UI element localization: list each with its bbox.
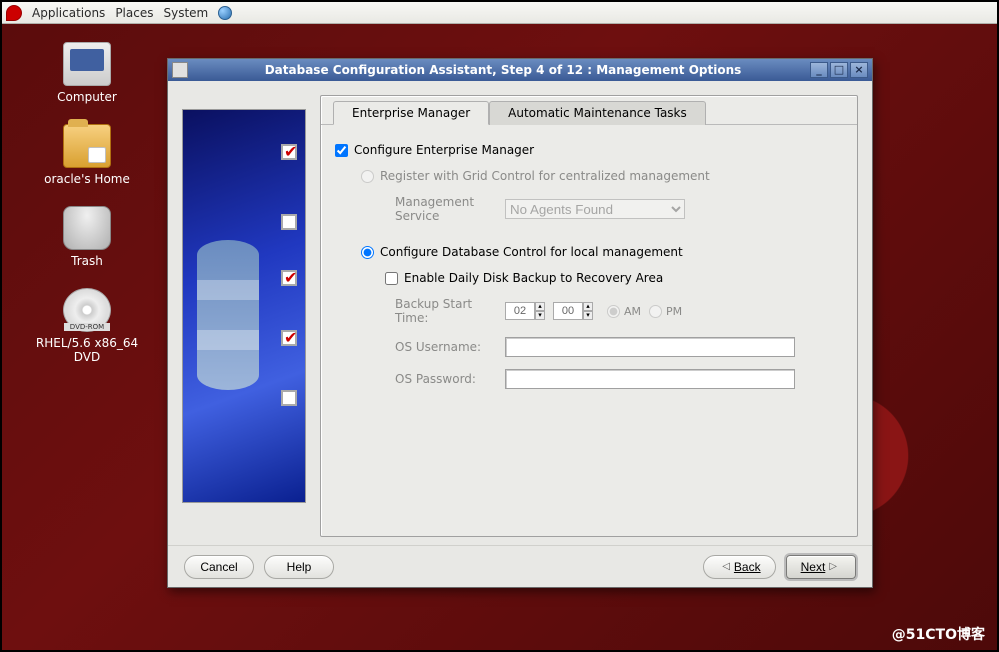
configure-dbcontrol-radio[interactable] bbox=[361, 246, 374, 259]
spinner-up-icon: ▴ bbox=[535, 302, 545, 311]
window-title: Database Configuration Assistant, Step 4… bbox=[196, 63, 810, 77]
step-marker-icon bbox=[281, 330, 297, 346]
trash-icon bbox=[63, 206, 111, 250]
step-marker-icon bbox=[281, 144, 297, 160]
maximize-button[interactable]: □ bbox=[830, 62, 848, 78]
database-cylinder-icon bbox=[197, 240, 259, 390]
back-button[interactable]: ◁Back bbox=[703, 555, 775, 579]
icon-label: Trash bbox=[22, 254, 152, 268]
icon-label: Computer bbox=[22, 90, 152, 104]
management-service-label: Management Service bbox=[395, 195, 505, 223]
desktop-icon-dvd[interactable]: DVD-ROM RHEL/5.6 x86_64 DVD bbox=[22, 288, 152, 364]
content-panel: Enterprise Manager Automatic Maintenance… bbox=[320, 95, 858, 537]
menu-places[interactable]: Places bbox=[115, 6, 153, 20]
register-grid-label: Register with Grid Control for centraliz… bbox=[380, 169, 710, 183]
app-icon bbox=[172, 62, 188, 78]
step-marker-icon bbox=[281, 214, 297, 230]
os-password-input bbox=[505, 369, 795, 389]
step-marker-icon bbox=[281, 390, 297, 406]
help-button[interactable]: Help bbox=[264, 555, 334, 579]
configure-dbcontrol-label: Configure Database Control for local man… bbox=[380, 245, 683, 259]
wizard-button-bar: Cancel Help ◁Back Next▷ bbox=[168, 545, 872, 587]
am-label: AM bbox=[624, 305, 641, 318]
desktop-icon-computer[interactable]: Computer bbox=[22, 42, 152, 104]
next-button[interactable]: Next▷ bbox=[786, 555, 856, 579]
menu-applications[interactable]: Applications bbox=[32, 6, 105, 20]
icon-label: RHEL/5.6 x86_64 DVD bbox=[22, 336, 152, 364]
am-radio bbox=[607, 305, 620, 318]
backup-hour-input bbox=[505, 302, 535, 320]
cancel-button[interactable]: Cancel bbox=[184, 555, 254, 579]
dvd-icon: DVD-ROM bbox=[63, 288, 111, 332]
desktop-icon-trash[interactable]: Trash bbox=[22, 206, 152, 268]
icon-label: oracle's Home bbox=[22, 172, 152, 186]
titlebar[interactable]: Database Configuration Assistant, Step 4… bbox=[168, 59, 872, 81]
browser-launcher-icon[interactable] bbox=[218, 6, 232, 20]
backup-time-label: Backup Start Time: bbox=[395, 297, 505, 325]
os-username-label: OS Username: bbox=[395, 340, 505, 354]
pm-radio bbox=[649, 305, 662, 318]
dbca-window: Database Configuration Assistant, Step 4… bbox=[167, 58, 873, 588]
desktop-icon-home[interactable]: oracle's Home bbox=[22, 124, 152, 186]
enable-backup-checkbox[interactable] bbox=[385, 272, 398, 285]
configure-em-label: Configure Enterprise Manager bbox=[354, 143, 534, 157]
wizard-sidebar-image bbox=[182, 109, 306, 503]
register-grid-radio bbox=[361, 170, 374, 183]
enable-backup-label: Enable Daily Disk Backup to Recovery Are… bbox=[404, 271, 663, 285]
redhat-icon[interactable] bbox=[6, 5, 22, 21]
backup-minute-input bbox=[553, 302, 583, 320]
computer-icon bbox=[63, 42, 111, 86]
chevron-left-icon: ◁ bbox=[722, 561, 730, 572]
chevron-right-icon: ▷ bbox=[829, 561, 837, 572]
configure-em-checkbox[interactable] bbox=[335, 144, 348, 157]
home-folder-icon bbox=[63, 124, 111, 168]
step-marker-icon bbox=[281, 270, 297, 286]
management-service-select: No Agents Found bbox=[505, 199, 685, 219]
spinner-up-icon: ▴ bbox=[583, 302, 593, 311]
pm-label: PM bbox=[666, 305, 682, 318]
minimize-button[interactable]: _ bbox=[810, 62, 828, 78]
gnome-panel: Applications Places System bbox=[2, 2, 997, 24]
spinner-down-icon: ▾ bbox=[535, 311, 545, 320]
watermark: @51CTO博客 bbox=[892, 624, 985, 644]
close-button[interactable]: × bbox=[850, 62, 868, 78]
os-username-input bbox=[505, 337, 795, 357]
tab-automatic-maintenance[interactable]: Automatic Maintenance Tasks bbox=[489, 101, 706, 125]
os-password-label: OS Password: bbox=[395, 372, 505, 386]
menu-system[interactable]: System bbox=[163, 6, 208, 20]
dvd-badge: DVD-ROM bbox=[64, 323, 110, 331]
spinner-down-icon: ▾ bbox=[583, 311, 593, 320]
tab-enterprise-manager[interactable]: Enterprise Manager bbox=[333, 101, 489, 125]
